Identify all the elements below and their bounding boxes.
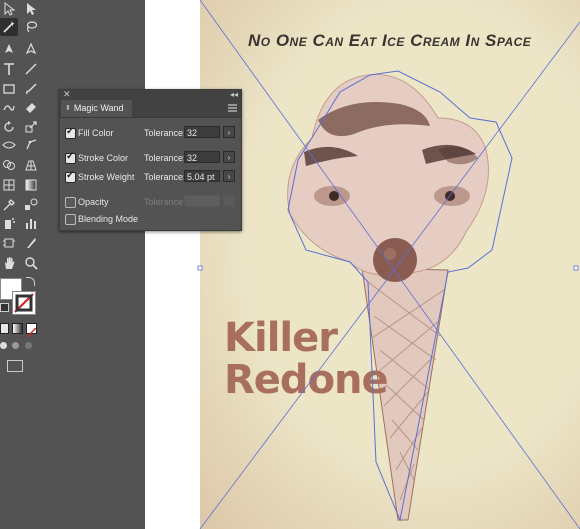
hand-tool-icon[interactable] xyxy=(0,254,18,272)
free-transform-tool-icon[interactable] xyxy=(22,136,40,154)
stroke-weight-label: Stroke Weight xyxy=(78,172,135,182)
default-fill-stroke-icon[interactable] xyxy=(0,303,9,312)
pen-tool-icon[interactable] xyxy=(0,40,18,58)
tab-label: Magic Wand xyxy=(73,103,124,113)
adjacent-artboard xyxy=(145,0,200,529)
tab-arrows-icon: ⬍ xyxy=(65,105,71,112)
none-stroke-icon xyxy=(14,293,34,313)
draw-behind-icon[interactable] xyxy=(12,342,19,349)
panel-tab-bar: ⬍ Magic Wand xyxy=(60,100,241,118)
fill-color-checkbox[interactable] xyxy=(65,126,76,139)
lasso-tool-icon[interactable] xyxy=(22,18,40,36)
eyedropper-tool-icon[interactable] xyxy=(0,196,18,214)
stroke-color-row: Stroke Color Tolerance: 32 › xyxy=(64,151,236,166)
screen-mode-icon[interactable] xyxy=(7,360,23,372)
color-mode-button[interactable] xyxy=(0,323,9,334)
chevron-right-icon[interactable]: › xyxy=(223,170,235,182)
tolerance-label: Tolerance: xyxy=(144,172,186,182)
blending-mode-label: Blending Mode xyxy=(78,214,139,224)
swap-fill-stroke-icon[interactable] xyxy=(26,277,35,286)
selection-tool-icon[interactable] xyxy=(0,0,18,18)
blending-mode-row: Blending Mode xyxy=(64,212,236,227)
slice-tool-icon[interactable] xyxy=(22,234,40,252)
direct-selection-tool-icon[interactable] xyxy=(22,0,40,18)
stroke-weight-row: Stroke Weight Tolerance: 5.04 pt › xyxy=(64,170,236,185)
magic-wand-panel: ✕ ◂◂ ⬍ Magic Wand Fill Color Tolerance: … xyxy=(59,89,242,231)
tolerance-label: Tolerance: xyxy=(144,153,186,163)
eraser-tool-icon[interactable] xyxy=(22,98,40,116)
paintbrush-tool-icon[interactable] xyxy=(22,80,40,98)
gradient-tool-icon[interactable] xyxy=(22,176,40,194)
blending-mode-checkbox[interactable] xyxy=(65,214,76,225)
perspective-grid-tool-icon[interactable] xyxy=(22,156,40,174)
rotate-tool-icon[interactable] xyxy=(0,118,18,136)
zoom-tool-icon[interactable] xyxy=(22,254,40,272)
stroke-weight-tolerance-input[interactable]: 5.04 pt xyxy=(184,170,220,182)
fill-color-label: Fill Color xyxy=(78,128,114,138)
stroke-color-label: Stroke Color xyxy=(78,153,129,163)
opacity-tolerance-input xyxy=(184,195,220,207)
gradient-mode-button[interactable] xyxy=(12,323,23,334)
magic-wand-tool-icon[interactable] xyxy=(0,18,18,36)
chevron-right-icon: › xyxy=(223,195,235,207)
close-icon[interactable]: ✕ xyxy=(63,89,71,100)
opacity-label: Opacity xyxy=(78,197,109,207)
chevron-right-icon[interactable]: › xyxy=(223,126,235,138)
rectangle-tool-icon[interactable] xyxy=(0,80,18,98)
shaper-tool-icon[interactable] xyxy=(0,98,18,116)
column-graph-tool-icon[interactable] xyxy=(22,214,40,232)
symbol-sprayer-tool-icon[interactable] xyxy=(0,214,18,232)
stroke-swatch[interactable] xyxy=(12,291,36,315)
tools-panel xyxy=(0,0,45,529)
draw-inside-icon[interactable] xyxy=(25,342,32,349)
type-tool-icon[interactable] xyxy=(0,60,18,78)
blend-tool-icon[interactable] xyxy=(22,196,40,214)
tolerance-label: Tolerance: xyxy=(144,128,186,138)
stroke-color-tolerance-input[interactable]: 32 xyxy=(184,151,220,163)
panel-menu-icon[interactable] xyxy=(228,104,237,112)
stroke-color-checkbox[interactable] xyxy=(65,151,76,164)
fill-color-tolerance-input[interactable]: 32 xyxy=(184,126,220,138)
tolerance-label: Tolerance: xyxy=(144,197,186,207)
opacity-checkbox[interactable] xyxy=(65,197,76,208)
stroke-weight-checkbox[interactable] xyxy=(65,170,76,183)
line-segment-tool-icon[interactable] xyxy=(22,60,40,78)
panel-top-bar: ✕ ◂◂ xyxy=(60,89,241,100)
mesh-tool-icon[interactable] xyxy=(0,176,18,194)
draw-normal-icon[interactable] xyxy=(0,342,7,349)
width-tool-icon[interactable] xyxy=(0,136,18,154)
opacity-row: Opacity Tolerance: › xyxy=(64,195,236,210)
tab-magic-wand[interactable]: ⬍ Magic Wand xyxy=(61,100,132,117)
fill-color-row: Fill Color Tolerance: 32 › xyxy=(64,126,236,141)
shape-builder-tool-icon[interactable] xyxy=(0,156,18,174)
collapse-icon[interactable]: ◂◂ xyxy=(230,89,238,100)
curvature-tool-icon[interactable] xyxy=(22,40,40,58)
chevron-right-icon[interactable]: › xyxy=(223,151,235,163)
poster-headline-line1: Killer xyxy=(224,315,338,361)
poster-headline-line2: Redone xyxy=(224,357,389,403)
artboard-tool-icon[interactable] xyxy=(0,234,18,252)
ice-cream-artwork[interactable] xyxy=(200,0,580,529)
scale-tool-icon[interactable] xyxy=(22,118,40,136)
poster-artboard[interactable]: No One Can Eat Ice Cream In Space Killer… xyxy=(200,0,580,529)
none-mode-button[interactable] xyxy=(26,323,37,338)
